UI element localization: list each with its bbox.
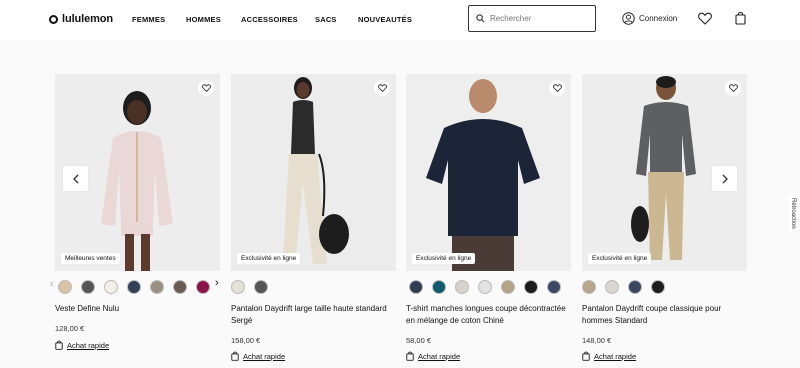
quick-buy-button[interactable]: Achat rapide xyxy=(55,340,109,350)
color-swatch[interactable] xyxy=(455,280,469,294)
product-badge: Exclusivité en ligne xyxy=(412,253,476,264)
quick-buy-button[interactable]: Achat rapide xyxy=(231,351,285,361)
nav-accessoires[interactable]: ACCESSOIRES xyxy=(241,15,298,24)
product-name[interactable]: Pantalon Daydrift coupe classique pour h… xyxy=(582,303,747,327)
shopping-bag-icon xyxy=(406,351,414,361)
wishlist-toggle[interactable] xyxy=(725,80,741,96)
color-swatch[interactable] xyxy=(478,280,492,294)
heart-icon xyxy=(377,84,387,92)
product-badge: Exclusivité en ligne xyxy=(588,253,652,264)
quick-buy-button[interactable]: Achat rapide xyxy=(582,351,636,361)
shopping-bag-icon xyxy=(231,351,239,361)
wishlist-toggle[interactable] xyxy=(374,80,390,96)
nav-sacs[interactable]: SACS xyxy=(315,15,337,24)
color-swatch[interactable] xyxy=(150,280,164,294)
brand-logo[interactable]: lululemon xyxy=(49,13,113,25)
product-badge: Meilleures ventes xyxy=(61,253,120,264)
color-swatch[interactable] xyxy=(547,280,561,294)
feedback-tab[interactable]: Rétroaction xyxy=(789,195,797,232)
nav-nouveautes[interactable]: NOUVEAUTÉS xyxy=(358,15,412,24)
nav-femmes[interactable]: FEMMES xyxy=(132,15,165,24)
color-swatch[interactable] xyxy=(605,280,619,294)
product-name[interactable]: Pantalon Daydrift large taille haute sta… xyxy=(231,303,396,327)
shopping-bag-icon xyxy=(55,340,63,350)
color-swatch[interactable] xyxy=(196,280,210,294)
color-swatch[interactable] xyxy=(127,280,141,294)
swatch-next-icon[interactable]: › xyxy=(215,277,219,289)
wishlist-button[interactable] xyxy=(698,12,712,30)
color-swatch[interactable] xyxy=(58,280,72,294)
wishlist-toggle[interactable] xyxy=(549,80,565,96)
color-swatch[interactable] xyxy=(254,280,268,294)
quick-buy-label: Achat rapide xyxy=(67,340,110,350)
color-swatch[interactable] xyxy=(173,280,187,294)
product-image[interactable]: Exclusivité en ligne xyxy=(406,74,571,271)
color-swatch[interactable] xyxy=(501,280,515,294)
product-card[interactable]: Exclusivité en ligne Pantalon Daydrift l… xyxy=(231,74,396,361)
color-swatch[interactable] xyxy=(651,280,665,294)
quick-buy-label: Achat rapide xyxy=(243,351,286,361)
carousel-prev-button[interactable] xyxy=(63,166,88,191)
quick-buy-button[interactable]: Achat rapide xyxy=(406,351,460,361)
search-input[interactable] xyxy=(490,14,590,23)
product-price: 58,00 € xyxy=(406,336,432,345)
heart-icon xyxy=(698,12,712,25)
swatch-prev-icon[interactable]: ‹ xyxy=(50,278,54,290)
nav-hommes[interactable]: HOMMES xyxy=(186,15,221,24)
heart-icon xyxy=(552,84,562,92)
product-price: 148,00 € xyxy=(582,336,612,345)
carousel-next-button[interactable] xyxy=(712,166,737,191)
wishlist-toggle[interactable] xyxy=(198,80,214,96)
color-swatch[interactable] xyxy=(231,280,245,294)
color-swatch[interactable] xyxy=(628,280,642,294)
brand-name: lululemon xyxy=(62,13,114,25)
color-swatch[interactable] xyxy=(104,280,118,294)
product-photo-woman-pants xyxy=(283,77,349,264)
color-swatch[interactable] xyxy=(432,280,446,294)
product-price: 158,00 € xyxy=(231,336,261,345)
product-photo-man-tshirt xyxy=(426,79,540,271)
chevron-right-icon xyxy=(722,174,728,183)
color-swatch[interactable] xyxy=(524,280,538,294)
user-icon xyxy=(622,12,635,25)
chevron-left-icon xyxy=(72,174,78,183)
account-label: Connexion xyxy=(639,14,678,23)
account-link[interactable]: Connexion xyxy=(622,12,677,25)
shopping-bag-icon xyxy=(582,351,590,361)
product-name[interactable]: Veste Define Nulu xyxy=(55,303,220,315)
heart-icon xyxy=(728,84,738,92)
product-card[interactable]: Exclusivité en ligne T-shirt manches lon… xyxy=(406,74,571,361)
quick-buy-label: Achat rapide xyxy=(594,351,637,361)
lululemon-logo-icon xyxy=(49,14,58,24)
color-swatch[interactable] xyxy=(409,280,423,294)
shopping-bag-icon xyxy=(735,11,746,25)
search-icon xyxy=(476,14,485,23)
color-swatch[interactable] xyxy=(81,280,95,294)
heart-icon xyxy=(201,84,211,92)
search-box[interactable] xyxy=(468,5,596,32)
quick-buy-label: Achat rapide xyxy=(418,351,461,361)
product-carousel: Meilleures ventes ‹ › Veste Define Nulu … xyxy=(0,40,800,368)
color-swatch[interactable] xyxy=(582,280,596,294)
shopping-bag-button[interactable] xyxy=(735,11,746,30)
product-image[interactable]: Exclusivité en ligne xyxy=(231,74,396,271)
product-price: 128,00 € xyxy=(55,324,85,333)
site-header: lululemon FEMMES HOMMES ACCESSOIRES SACS… xyxy=(0,0,800,40)
product-name[interactable]: T-shirt manches longues coupe décontract… xyxy=(406,303,571,327)
product-badge: Exclusivité en ligne xyxy=(237,253,301,264)
